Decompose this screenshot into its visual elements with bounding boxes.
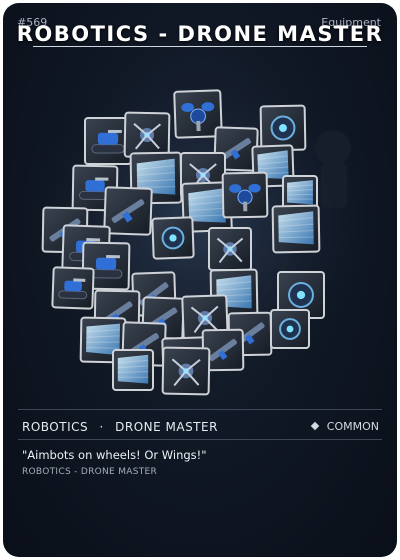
info-divider-bottom (18, 439, 382, 440)
card-title: ROBOTICS - DRONE MASTER (16, 22, 384, 46)
item-card[interactable]: #569 Equipment ROBOTICS - DRONE MASTER R… (3, 3, 397, 557)
drone-icon (221, 171, 269, 219)
diamond-icon (310, 421, 320, 431)
rifle-icon (103, 186, 153, 236)
tread-bot-icon (51, 266, 95, 310)
info-name: DRONE MASTER (115, 420, 218, 434)
orb-bot-icon (151, 216, 195, 260)
info-separator: · (99, 420, 104, 434)
claw-bot-icon (208, 227, 252, 271)
rarity-label: COMMON (326, 420, 379, 433)
flavor-text: "Aimbots on wheels! Or Wings!" (22, 448, 207, 462)
claw-bot-icon (161, 346, 211, 396)
shield-icon (271, 204, 321, 254)
rarity-badge: COMMON (310, 420, 379, 433)
info-divider-top (18, 409, 382, 410)
title-underline (33, 46, 367, 47)
shield-icon (112, 349, 154, 391)
orb-bot-icon (259, 104, 307, 152)
claw-bot-icon (123, 111, 171, 159)
info-category: ROBOTICS (22, 420, 89, 434)
card-subtitle: ROBOTICS - DRONE MASTER (22, 467, 158, 477)
orb-bot-icon (270, 309, 310, 349)
card-artwork (10, 78, 390, 398)
info-title: ROBOTICS · DRONE MASTER (22, 420, 218, 434)
